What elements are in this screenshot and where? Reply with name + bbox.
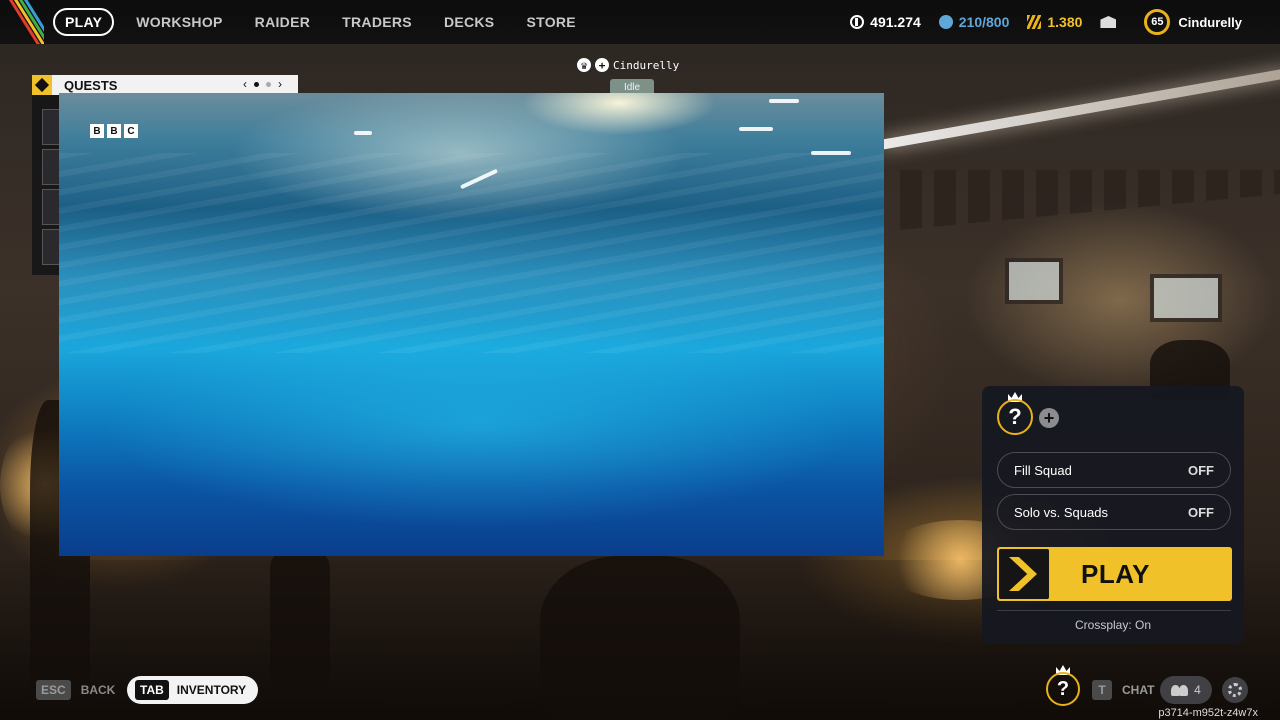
blue-token-display[interactable]: 210/800 bbox=[938, 14, 1010, 30]
credits-display[interactable]: 491.274 bbox=[850, 14, 921, 30]
friends-count: 4 bbox=[1194, 683, 1201, 697]
crown-icon: ♛ bbox=[577, 58, 591, 72]
party-member-name: Cindurelly bbox=[613, 58, 680, 72]
back-label: BACK bbox=[80, 683, 116, 697]
quests-header[interactable]: QUESTS ‹ › bbox=[32, 75, 298, 95]
settings-button[interactable] bbox=[1222, 677, 1248, 703]
party-member-tag: ♛ + Cindurelly bbox=[577, 58, 679, 72]
nav-traders[interactable]: TRADERS bbox=[326, 9, 428, 35]
blue-token-icon bbox=[938, 15, 953, 29]
play-button-label: PLAY bbox=[1081, 558, 1150, 589]
light-glint bbox=[354, 131, 372, 135]
player-avatar[interactable]: ? bbox=[1046, 672, 1080, 706]
background-person bbox=[540, 556, 740, 720]
panel-divider bbox=[997, 610, 1231, 611]
credits-icon bbox=[850, 15, 865, 29]
friends-icon bbox=[1171, 684, 1189, 696]
quest-list bbox=[32, 95, 62, 275]
squad-leader-avatar[interactable]: ? bbox=[997, 399, 1033, 435]
player-level-badge: 65 bbox=[1144, 9, 1171, 35]
gold-display[interactable]: 1.380 bbox=[1027, 14, 1082, 30]
solo-vs-squads-label: Solo vs. Squads bbox=[1014, 504, 1108, 520]
friends-button[interactable]: 4 bbox=[1160, 676, 1212, 704]
top-nav-bar: PLAY WORKSHOP RAIDER TRADERS DECKS STORE… bbox=[0, 0, 1280, 44]
quest-diamond-icon bbox=[32, 75, 52, 95]
chat-button[interactable]: T CHAT bbox=[1092, 680, 1154, 700]
bbc-logo: B B C bbox=[90, 124, 138, 138]
fill-squad-value: OFF bbox=[1188, 462, 1214, 478]
gold-value: 1.380 bbox=[1047, 14, 1083, 30]
fill-squad-label: Fill Squad bbox=[1014, 462, 1072, 478]
background-screen bbox=[1150, 274, 1222, 322]
solo-vs-squads-toggle[interactable]: Solo vs. Squads OFF bbox=[997, 494, 1231, 530]
invite-plus-icon[interactable]: + bbox=[595, 58, 609, 72]
video-overlay-underwater: B B C bbox=[59, 93, 884, 556]
light-glint bbox=[739, 127, 773, 131]
t-key-hint: T bbox=[1092, 680, 1112, 700]
squad-panel: ? + Fill Squad OFF Solo vs. Squads OFF P… bbox=[982, 386, 1244, 644]
quests-pager: ‹ › bbox=[243, 77, 282, 91]
nav-decks[interactable]: DECKS bbox=[428, 9, 511, 35]
credits-value: 491.274 bbox=[870, 14, 921, 30]
play-chevron-icon bbox=[999, 549, 1049, 599]
nav-play[interactable]: PLAY bbox=[53, 8, 115, 36]
inventory-label: INVENTORY bbox=[176, 683, 247, 697]
player-name[interactable]: Cindurelly bbox=[1178, 15, 1242, 30]
gear-icon bbox=[1228, 683, 1242, 697]
tab-key-hint: TAB bbox=[135, 680, 169, 700]
quests-page-dot bbox=[254, 81, 259, 87]
back-button[interactable]: ESC BACK bbox=[36, 680, 115, 700]
nav-workshop[interactable]: WORKSHOP bbox=[120, 9, 238, 35]
quests-prev-button[interactable]: ‹ bbox=[243, 77, 247, 91]
quests-next-button[interactable]: › bbox=[278, 77, 282, 91]
build-id: p3714-m952t-z4w7x bbox=[1158, 707, 1258, 719]
add-squad-member-button[interactable]: + bbox=[1039, 408, 1059, 428]
brand-stripes-logo bbox=[0, 0, 44, 44]
bbc-logo-letter: B bbox=[107, 124, 121, 138]
solo-vs-squads-value: OFF bbox=[1188, 504, 1214, 520]
nav-store[interactable]: STORE bbox=[510, 9, 591, 35]
chat-label: CHAT bbox=[1122, 683, 1155, 697]
background-person bbox=[270, 556, 330, 686]
background-light-strip bbox=[879, 67, 1280, 150]
blue-token-value: 210/800 bbox=[958, 14, 1010, 30]
main-nav: PLAY WORKSHOP RAIDER TRADERS DECKS STORE bbox=[53, 8, 592, 36]
crossplay-status: Crossplay: On bbox=[1074, 618, 1152, 632]
background-screen bbox=[1005, 258, 1063, 304]
esc-key-hint: ESC bbox=[36, 680, 71, 700]
fill-squad-toggle[interactable]: Fill Squad OFF bbox=[997, 452, 1231, 488]
inventory-button[interactable]: TAB INVENTORY bbox=[127, 676, 259, 704]
quests-page-dot bbox=[266, 81, 271, 87]
gold-icon bbox=[1027, 15, 1042, 29]
nav-raider[interactable]: RAIDER bbox=[239, 9, 326, 35]
light-glint bbox=[811, 151, 851, 155]
mail-icon[interactable] bbox=[1100, 16, 1117, 28]
background-bunting bbox=[900, 170, 1280, 230]
bbc-logo-letter: C bbox=[124, 124, 138, 138]
quests-title: QUESTS bbox=[64, 77, 118, 93]
light-glint bbox=[769, 99, 799, 103]
currency-bar: 491.274 210/800 1.380 65 Cindurelly bbox=[850, 0, 1280, 44]
play-button[interactable]: PLAY bbox=[997, 547, 1232, 601]
bbc-logo-letter: B bbox=[90, 124, 104, 138]
